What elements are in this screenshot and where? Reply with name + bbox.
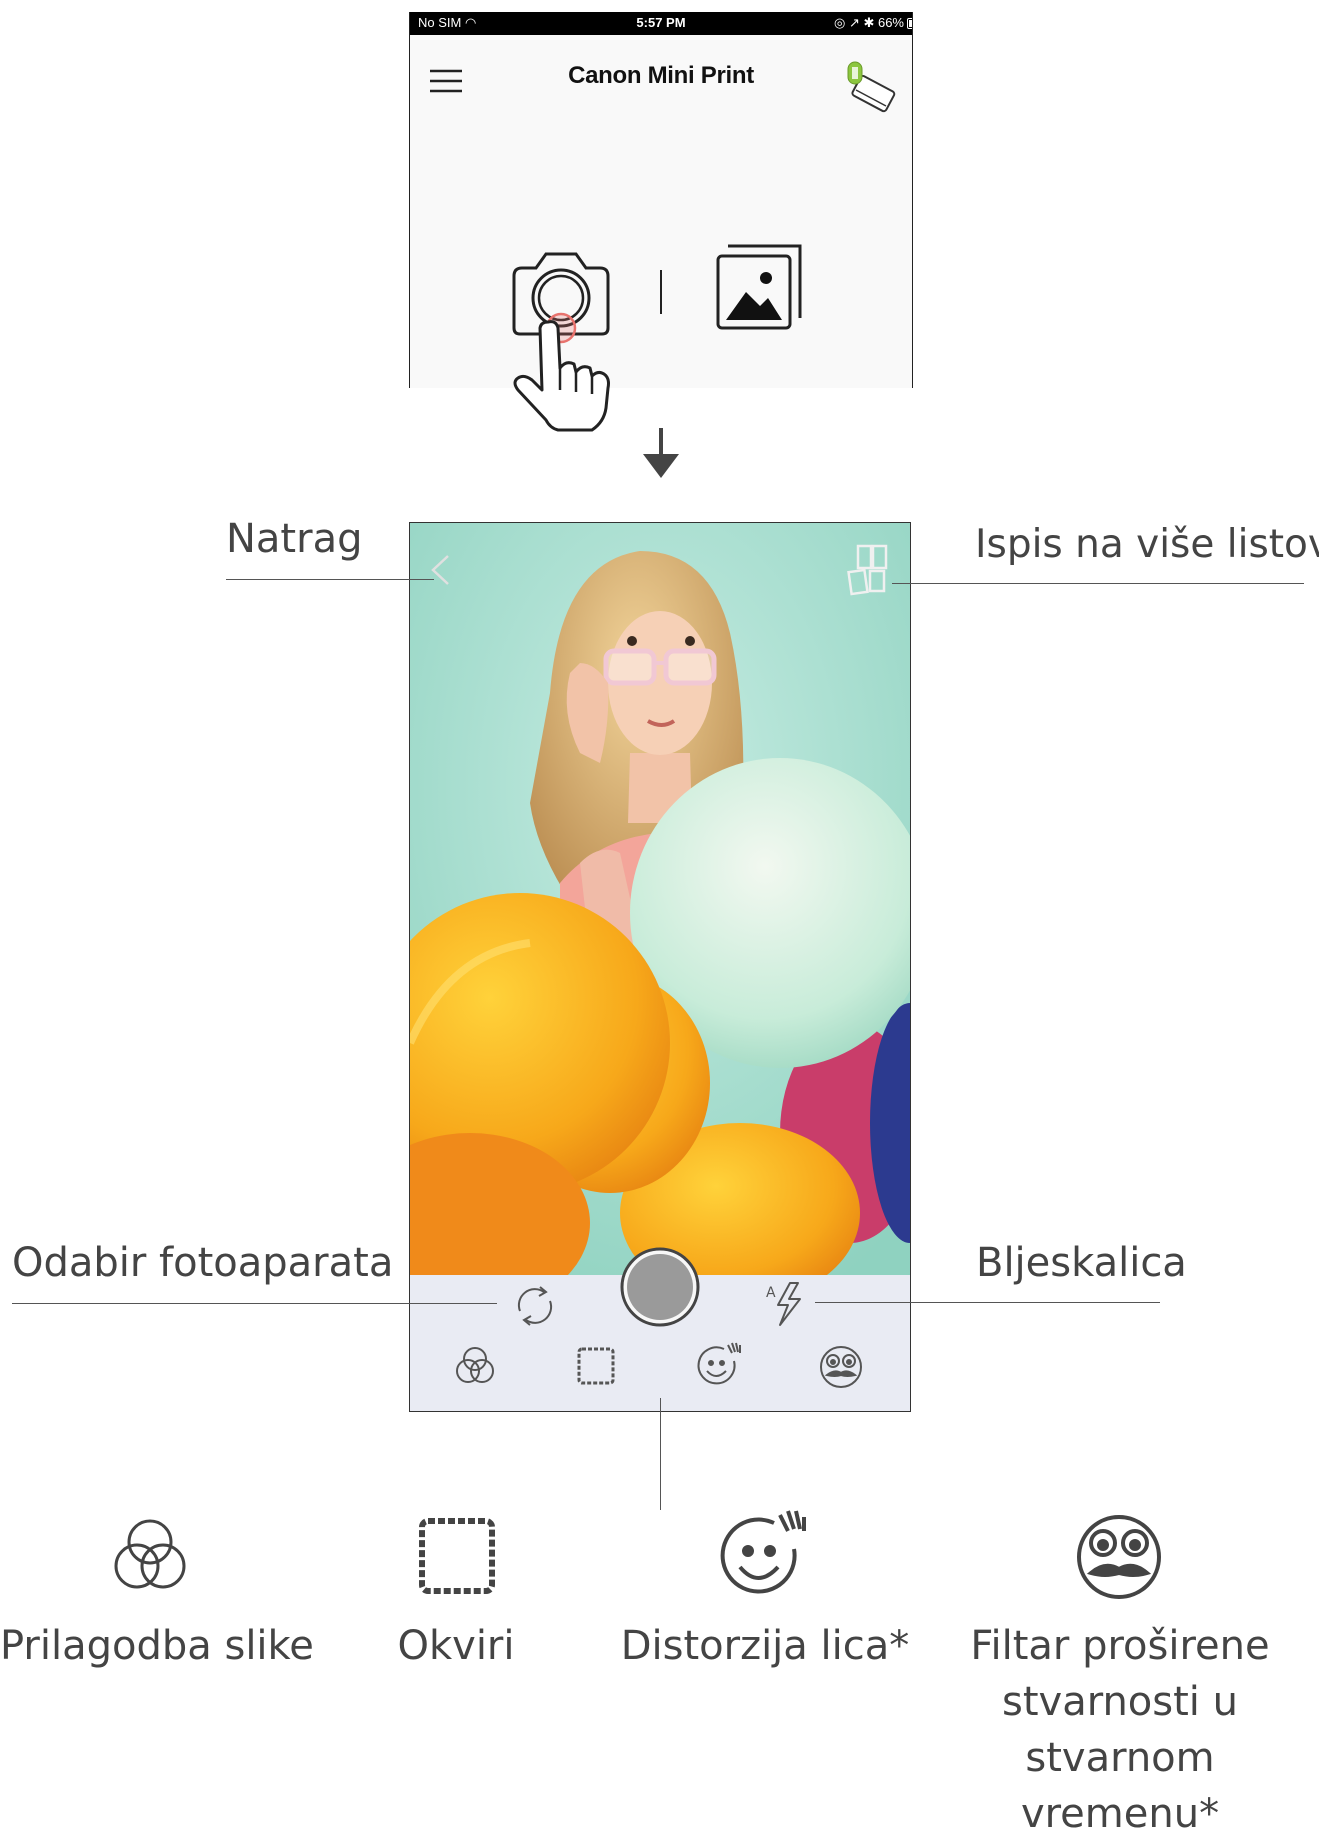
battery-icon — [907, 18, 912, 29]
camera-flip-icon[interactable] — [510, 1281, 560, 1331]
down-arrow-icon — [643, 428, 679, 478]
status-right: ◎ ↗ ✱ 66% — [834, 15, 912, 31]
legend-adjust: Prilagodba slike — [0, 1623, 314, 1669]
app-title: Canon Mini Print — [568, 62, 754, 89]
callout-camera-select: Odabir fotoaparata — [12, 1240, 394, 1286]
gallery-icon[interactable] — [710, 238, 810, 338]
status-bar: No SIM ◠ 5:57 PM ◎ ↗ ✱ 66% — [410, 12, 912, 35]
face-distort-icon[interactable] — [692, 1339, 744, 1391]
svg-text:A: A — [766, 1285, 776, 1301]
shutter-button[interactable] — [619, 1246, 701, 1328]
ar-filter-icon[interactable] — [815, 1341, 867, 1391]
frames-icon — [419, 1518, 495, 1594]
legend-face-distort: Distorzija lica* — [620, 1623, 910, 1669]
leader-line-vertical — [660, 1398, 661, 1510]
leader-line — [815, 1302, 1160, 1303]
camera-preview-image — [410, 523, 910, 1275]
frames-icon[interactable] — [573, 1343, 619, 1389]
adjust-icon[interactable] — [450, 1341, 500, 1391]
leader-line — [12, 1303, 497, 1304]
printer-icon[interactable] — [842, 56, 898, 116]
adjust-icon — [114, 1519, 186, 1589]
legend-frames: Okviri — [397, 1623, 515, 1669]
hand-pointer-icon — [513, 320, 610, 432]
legend-ar-filter: Filtar proširene stvarnosti u stvarnom v… — [970, 1623, 1270, 1837]
back-chevron-icon[interactable] — [428, 553, 452, 587]
divider — [660, 270, 662, 314]
ar-filter-icon — [1077, 1515, 1161, 1599]
callout-back: Natrag — [226, 516, 363, 562]
multi-print-icon[interactable] — [846, 543, 888, 597]
camera-screen: A — [409, 522, 911, 1412]
face-distort-icon — [720, 1510, 806, 1594]
leader-line — [226, 579, 434, 580]
leader-line — [892, 583, 1304, 584]
callout-flash: Bljeskalica — [976, 1240, 1187, 1286]
callout-multi-print: Ispis na više listova — [975, 522, 1319, 567]
app-home-screen: No SIM ◠ 5:57 PM ◎ ↗ ✱ 66% Canon Mini Pr… — [409, 12, 913, 388]
auto-flash-icon[interactable]: A — [760, 1279, 808, 1329]
